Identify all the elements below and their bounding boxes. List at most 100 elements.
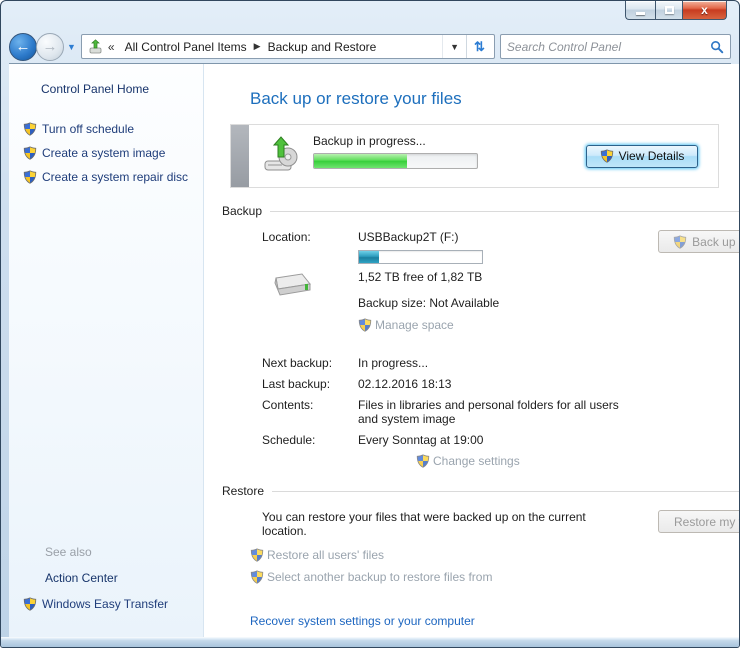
free-space-text: 1,52 TB free of 1,82 TB xyxy=(358,270,658,284)
section-divider-line xyxy=(270,211,740,212)
shield-icon xyxy=(23,146,37,160)
banner-button-area: View Details xyxy=(586,125,718,187)
shield-icon xyxy=(23,122,37,136)
shield-icon xyxy=(358,318,372,332)
view-details-button[interactable]: View Details xyxy=(586,145,698,168)
sidebar-item-create-repair-disc[interactable]: Create a system repair disc xyxy=(23,170,203,184)
close-icon: x xyxy=(701,4,708,16)
search-input[interactable] xyxy=(507,40,710,54)
recover-system-settings-link[interactable]: Recover system settings or your computer xyxy=(250,614,475,628)
chevron-right-icon[interactable]: ▶ xyxy=(251,41,264,52)
contents-value: Files in libraries and personal folders … xyxy=(358,398,630,426)
minimize-button[interactable] xyxy=(625,1,655,20)
location-label: Location: xyxy=(262,230,358,244)
restore-all-users-label: Restore all users' files xyxy=(267,548,384,562)
restore-description: You can restore your files that were bac… xyxy=(262,510,607,538)
restore-section-header: Restore xyxy=(222,484,740,498)
view-details-label: View Details xyxy=(619,149,685,163)
location-name: USBBackup2T (F:) xyxy=(358,230,658,244)
sidebar: Control Panel Home Turn off schedule Cre… xyxy=(9,64,204,637)
next-backup-row: Next backup: In progress... xyxy=(262,356,740,370)
maximize-icon xyxy=(665,6,674,14)
breadcrumb-current[interactable]: Backup and Restore xyxy=(264,38,381,56)
close-button[interactable]: x xyxy=(683,1,727,20)
back-up-now-button[interactable]: Back up now xyxy=(658,230,740,253)
last-backup-value: 02.12.2016 18:13 xyxy=(358,377,630,391)
last-backup-row: Last backup: 02.12.2016 18:13 xyxy=(262,377,740,391)
contents-row: Contents: Files in libraries and persona… xyxy=(262,398,740,426)
shield-icon xyxy=(416,454,430,468)
chevron-double-left-icon[interactable]: « xyxy=(108,40,115,54)
last-backup-label: Last backup: xyxy=(262,377,358,391)
restore-all-users-link[interactable]: Restore all users' files xyxy=(250,548,740,562)
disk-usage-bar xyxy=(358,250,483,264)
banner-body: Backup in progress... xyxy=(313,125,586,187)
see-also-heading: See also xyxy=(45,545,203,559)
restore-my-files-button[interactable]: Restore my files xyxy=(658,510,740,533)
shield-icon xyxy=(600,149,614,163)
breadcrumb-root[interactable]: All Control Panel Items xyxy=(121,38,251,56)
change-settings-link[interactable]: Change settings xyxy=(416,454,740,468)
restore-row: You can restore your files that were bac… xyxy=(262,510,740,538)
window-bottom-frame xyxy=(1,637,739,647)
sidebar-item-label: Create a system repair disc xyxy=(42,170,188,184)
backup-app-icon xyxy=(88,39,104,55)
location-value-column: USBBackup2T (F:) 1,52 TB free of 1,82 TB… xyxy=(358,230,658,332)
backup-progress-fill xyxy=(314,154,407,168)
shield-icon xyxy=(23,170,37,184)
backup-size-text: Backup size: Not Available xyxy=(358,296,658,310)
change-settings-label: Change settings xyxy=(433,454,520,468)
backup-restore-window: x ← → ▼ « All Control Panel Items ▶ Back… xyxy=(0,0,740,648)
select-another-backup-link[interactable]: Select another backup to restore files f… xyxy=(250,570,740,584)
recent-pages-dropdown[interactable]: ▼ xyxy=(67,42,76,52)
shield-icon xyxy=(673,235,687,249)
backup-section-header: Backup xyxy=(222,204,740,218)
restore-section-label: Restore xyxy=(222,484,264,498)
client-area: Control Panel Home Turn off schedule Cre… xyxy=(9,63,731,637)
minimize-icon xyxy=(636,12,645,15)
search-icon[interactable] xyxy=(710,40,724,54)
sidebar-item-windows-easy-transfer[interactable]: Windows Easy Transfer xyxy=(23,597,203,611)
backup-status-text: Backup in progress... xyxy=(313,134,586,148)
sidebar-item-create-system-image[interactable]: Create a system image xyxy=(23,146,203,160)
page-title: Back up or restore your files xyxy=(250,89,740,109)
back-button[interactable]: ← xyxy=(9,33,37,61)
drive-icon xyxy=(268,264,358,303)
schedule-value: Every Sonntag at 19:00 xyxy=(358,433,630,447)
next-backup-label: Next backup: xyxy=(262,356,358,370)
back-up-now-label: Back up now xyxy=(692,235,740,249)
next-backup-value: In progress... xyxy=(358,356,630,370)
disk-usage-fill xyxy=(359,251,379,263)
backup-progress-icon xyxy=(249,125,313,187)
shield-icon xyxy=(250,548,264,562)
shield-icon xyxy=(250,570,264,584)
section-divider-line xyxy=(272,491,740,492)
backup-progress-bar xyxy=(313,153,478,169)
forward-icon: → xyxy=(43,39,58,54)
backup-progress-banner: Backup in progress... View Details xyxy=(230,124,719,188)
sidebar-item-label: Create a system image xyxy=(42,146,165,160)
refresh-button[interactable]: ⇅ xyxy=(466,35,492,58)
address-bar[interactable]: « All Control Panel Items ▶ Backup and R… xyxy=(81,34,495,59)
forward-button[interactable]: → xyxy=(36,33,64,61)
sidebar-item-control-panel-home[interactable]: Control Panel Home xyxy=(41,82,203,96)
backup-info-rows: Next backup: In progress... Last backup:… xyxy=(262,356,740,468)
sidebar-item-label: Windows Easy Transfer xyxy=(42,597,168,611)
sidebar-item-turn-off-schedule[interactable]: Turn off schedule xyxy=(23,122,203,136)
restore-button-column: Restore my files xyxy=(658,510,740,538)
main-panel: ? Back up or restore your files Backup i… xyxy=(204,64,740,637)
window-controls: x xyxy=(625,1,727,20)
manage-space-label: Manage space xyxy=(375,318,454,332)
navigation-toolbar: ← → ▼ « All Control Panel Items ▶ Backup… xyxy=(1,30,739,63)
address-dropdown-button[interactable]: ▼ xyxy=(442,35,466,58)
sidebar-item-label: Turn off schedule xyxy=(42,122,134,136)
search-box[interactable] xyxy=(500,34,731,59)
sidebar-item-action-center[interactable]: Action Center xyxy=(45,571,203,585)
location-row: Location: USBBackup2T (F:) 1,52 TB xyxy=(262,230,740,332)
backup-button-column: Back up now xyxy=(658,230,740,332)
maximize-button[interactable] xyxy=(655,1,683,20)
location-label-column: Location: xyxy=(262,230,358,332)
manage-space-link[interactable]: Manage space xyxy=(358,318,658,332)
shield-icon xyxy=(23,597,37,611)
backup-section-label: Backup xyxy=(222,204,262,218)
